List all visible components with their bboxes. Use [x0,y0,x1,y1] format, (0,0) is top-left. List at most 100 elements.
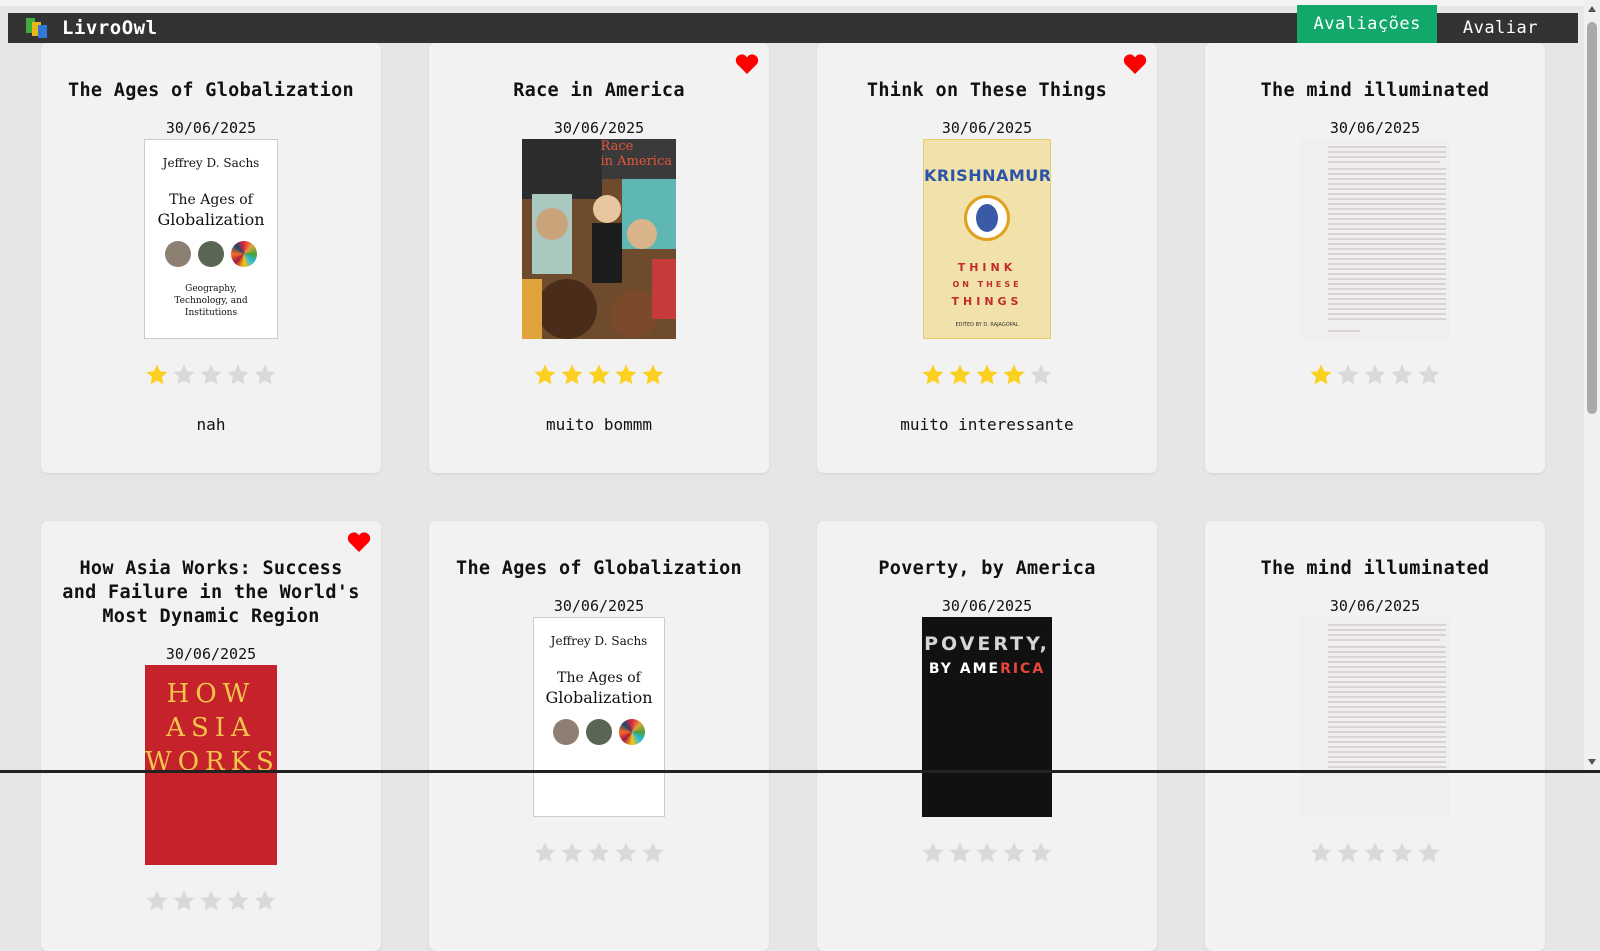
star-empty-icon [1390,841,1414,865]
star-rating [1309,363,1441,387]
star-empty-icon [1363,363,1387,387]
review-card[interactable]: The mind illuminated 30/06/2025 [1205,43,1545,473]
star-empty-icon [948,841,972,865]
star-empty-icon [1417,841,1441,865]
review-date: 30/06/2025 [942,119,1032,137]
reviews-grid: The Ages of Globalization 30/06/2025 Jef… [41,43,1545,951]
star-empty-icon [1390,363,1414,387]
nav-avaliar-link[interactable]: Avaliar [1437,13,1564,43]
cover-emblems [145,241,277,267]
star-rating [145,889,277,913]
cover-line1: THINK [924,261,1050,274]
star-empty-icon [641,841,665,865]
book-title: Race in America [495,79,703,103]
star-filled-icon [1309,363,1333,387]
star-empty-icon [587,841,611,865]
cover-line1: POVERTY, [922,633,1052,655]
star-empty-icon [226,889,250,913]
review-card[interactable]: The Ages of Globalization 30/06/2025 Jef… [429,521,769,951]
cover-author: KRISHNAMURTI [924,166,1050,185]
star-empty-icon [1002,841,1026,865]
cover-line2a: BY AME [929,661,1000,677]
star-empty-icon [560,841,584,865]
star-empty-icon [253,889,277,913]
star-empty-icon [145,889,169,913]
brand-name: LivroOwl [62,17,158,39]
review-card[interactable]: How Asia Works: Success and Failure in t… [41,521,381,951]
review-comment: muito bommm [546,415,652,434]
review-date: 30/06/2025 [554,119,644,137]
cover-line2: ON THESE [924,280,1050,289]
review-date: 30/06/2025 [166,119,256,137]
favorite-heart-icon[interactable] [347,531,371,553]
book-cover [1300,617,1450,817]
cover-text-page [1300,139,1450,339]
star-rating [921,363,1053,387]
star-filled-icon [614,363,638,387]
favorite-heart-icon[interactable] [735,53,759,75]
page-scrollbar[interactable] [1584,0,1600,773]
star-rating [921,841,1053,865]
favorite-heart-icon[interactable] [1123,53,1147,75]
review-card[interactable]: Race in America 30/06/2025 Race in Am [429,43,769,473]
scroll-down-arrow-icon[interactable] [1588,759,1596,765]
cover-text-page [1300,617,1450,817]
cover-editor: EDITED BY D. RAJAGOPAL [924,322,1050,328]
review-date: 30/06/2025 [1330,597,1420,615]
logo-icon [26,18,48,38]
star-empty-icon [199,889,223,913]
star-empty-icon [1336,841,1360,865]
review-card[interactable]: Poverty, by America 30/06/2025 POVERTY, … [817,521,1157,951]
star-empty-icon [1029,841,1053,865]
star-rating [1309,841,1441,865]
book-cover [1300,139,1450,339]
review-card[interactable]: The mind illuminated 30/06/2025 [1205,521,1545,951]
star-empty-icon [1029,363,1053,387]
brand[interactable]: LivroOwl [26,17,158,39]
star-empty-icon [921,841,945,865]
star-empty-icon [199,363,223,387]
star-filled-icon [975,363,999,387]
star-rating [533,363,665,387]
book-cover: HOW ASIA WORKS [145,665,277,865]
review-date: 30/06/2025 [942,597,1032,615]
star-empty-icon [1309,841,1333,865]
review-date: 30/06/2025 [554,597,644,615]
review-card[interactable]: Think on These Things 30/06/2025 KRISHNA… [817,43,1157,473]
book-title: Poverty, by America [860,557,1113,581]
book-title: How Asia Works: Success and Failure in t… [41,557,381,629]
cover-line3: THINGS [924,295,1050,308]
review-comment: muito interessante [900,415,1073,434]
cover-line2b: RICA [1000,661,1045,677]
cover-title-line1: The Ages of [145,192,277,208]
star-filled-icon [921,363,945,387]
star-rating [533,841,665,865]
scroll-up-arrow-icon[interactable] [1588,6,1596,12]
book-title: The mind illuminated [1243,79,1508,103]
cover-title-line1: Race [601,139,672,154]
review-date: 30/06/2025 [1330,119,1420,137]
cover-title-line1: The Ages of [534,670,664,686]
cover-subtitle: Geography, Technology, and Institutions [159,283,263,319]
review-comment: nah [197,415,226,434]
star-filled-icon [560,363,584,387]
cover-title-line2: Globalization [145,210,277,229]
book-cover: Jeffrey D. Sachs The Ages of Globalizati… [533,617,665,817]
star-empty-icon [226,363,250,387]
review-card[interactable]: The Ages of Globalization 30/06/2025 Jef… [41,43,381,473]
star-filled-icon [587,363,611,387]
star-filled-icon [145,363,169,387]
nav-avaliacoes-tab[interactable]: Avaliações [1297,5,1436,43]
cover-illustration [522,139,676,339]
book-title: Think on These Things [849,79,1125,103]
book-cover: Race in America [522,139,676,339]
scroll-thumb[interactable] [1587,22,1597,414]
book-cover: KRISHNAMURTI THINK ON THESE THINGS EDITE… [923,139,1051,339]
cover-author: Jeffrey D. Sachs [534,634,664,648]
cover-title-line2: in America [601,154,672,169]
star-filled-icon [641,363,665,387]
book-title: The mind illuminated [1243,557,1508,581]
star-empty-icon [172,889,196,913]
star-empty-icon [533,841,557,865]
cover-portrait [964,195,1010,241]
